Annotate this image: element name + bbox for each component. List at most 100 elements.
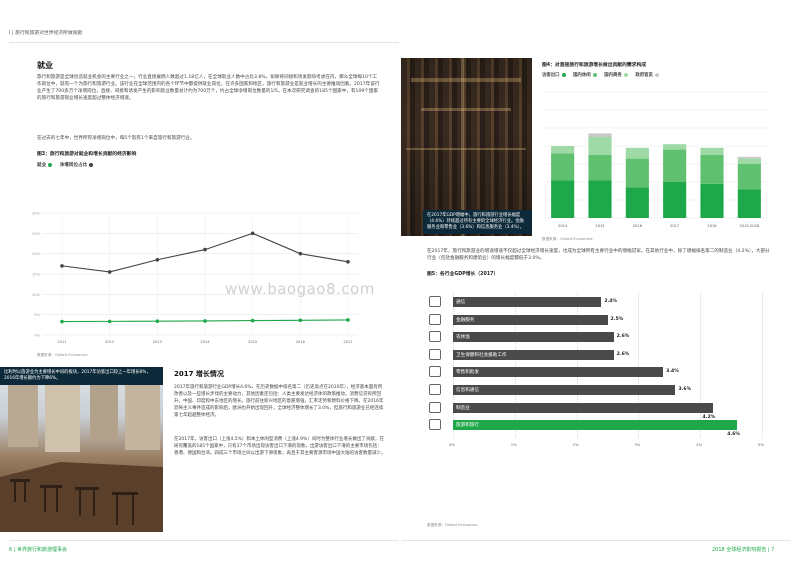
figure4-source: 数据来源：Oxford Economics <box>542 237 593 241</box>
x-tick-label: 2014 <box>200 340 210 344</box>
hbar <box>453 349 614 360</box>
sector-icon <box>429 348 441 360</box>
hbar <box>453 314 608 325</box>
figure3-source: 数据来源：Oxford Economics <box>37 353 88 357</box>
employment-heading: 就业 <box>37 61 53 70</box>
legend-label-domestic-business: 国内商务 <box>604 73 622 78</box>
x-tick-label: 2017 <box>343 340 352 344</box>
watermark: www.baogao8.com <box>225 280 375 298</box>
data-point <box>155 257 160 262</box>
bar-segment <box>663 182 687 218</box>
data-point <box>346 260 350 264</box>
photo-bottom-caption: 比利时以旅游业为主要增长中间的板块，2017年访客出口较上一年增长8%，2016… <box>0 367 163 385</box>
hbar-category-label: 旅游和旅行 <box>456 423 479 429</box>
data-point <box>60 319 64 324</box>
data-point <box>60 264 64 268</box>
y-tick-label: 25% <box>32 232 41 236</box>
hbar-value-label: 2.5% <box>610 316 624 322</box>
bar-segment <box>588 180 612 218</box>
bar-segment <box>700 155 724 184</box>
bar-segment <box>551 146 575 154</box>
sector-icon <box>429 401 441 413</box>
x-tick-label: 2014 <box>558 224 568 228</box>
data-point <box>155 319 160 323</box>
data-point <box>107 319 112 324</box>
x-tick-label: 1% <box>510 441 517 447</box>
bar-segment <box>588 133 612 137</box>
x-tick-label: 2012 <box>105 340 114 344</box>
x-tick-label: 2015 <box>248 340 257 344</box>
sector-icon <box>429 331 441 343</box>
legend-dot-visitor-exports <box>561 72 566 77</box>
y-tick-label: 5% <box>34 313 40 317</box>
bar-segment <box>625 158 649 188</box>
y-tick-label: 20% <box>32 252 41 256</box>
legend-label-domestic-leisure: 国内休闲 <box>573 73 591 78</box>
bar-segment <box>625 187 649 218</box>
sector-icon <box>429 366 441 378</box>
sector-icon <box>429 384 441 395</box>
legend-label-employment: 就业 <box>37 163 47 168</box>
legend-dot-domestic-business <box>623 72 628 77</box>
middle-paragraph: 在2017年，旅行和旅游业的增速增速不仅超过全球经济增长速度，也成为全球所有主要… <box>427 249 770 261</box>
bar-segment <box>737 164 761 190</box>
x-tick-label: 2016 <box>633 224 643 228</box>
hbar-category-label: 卫生保健和社会援助工作 <box>456 352 507 358</box>
x-tick-label: 2% <box>572 441 579 447</box>
hbar-category-label: 金融服务 <box>456 317 475 323</box>
sector-icon <box>429 419 441 431</box>
x-gridline <box>700 293 702 438</box>
figure3-legend: 就业 净增岗位占比 <box>37 162 94 169</box>
hbar-value-label: 3.6% <box>678 387 692 392</box>
legend-dot-net-jobs <box>89 162 94 167</box>
x-gridline <box>638 293 640 438</box>
x-tick-label: 2016 <box>296 340 306 344</box>
legend-dot-employment <box>48 162 53 167</box>
hbar <box>453 402 713 413</box>
hbar-value-label: 3.4% <box>666 369 679 375</box>
data-point <box>203 247 207 252</box>
hbar <box>453 367 664 378</box>
cafe-terrace-photo <box>0 367 163 532</box>
hbar-category-label: 零售和批发 <box>456 370 479 376</box>
figure4-legend: 访客出口 国内休闲 国内商务 政府官员 <box>542 72 659 79</box>
bar-segment <box>737 189 761 218</box>
bar-segment <box>663 149 687 182</box>
photo-top-caption: 在2017年GDP增幅中，旅行和旅游行业增长幅度（4.6%）持续超过所有主要的全… <box>423 210 532 234</box>
x-gridline <box>762 293 763 438</box>
x-tick-label: 4% <box>696 441 703 447</box>
x-tick-label: 0% <box>449 441 456 447</box>
bar-segment <box>700 183 724 218</box>
figure4-title: 图4：对直接旅行和旅游增长做出贡献的需求构成 <box>542 63 647 68</box>
hbar-category-label: 农林渔 <box>456 335 470 341</box>
data-point <box>107 270 112 274</box>
legend-label-government: 政府官员 <box>635 73 653 78</box>
legend-label-visitor-exports: 访客出口 <box>542 73 560 78</box>
sector-icon <box>429 296 441 307</box>
x-tick-label: 3% <box>634 441 641 447</box>
employment-paragraph-2: 在过去的七年中，世界所有净增岗位中，每5个就有1个来自旅行和旅游行业。 <box>37 136 195 141</box>
x-tick-label: 5% <box>758 441 765 447</box>
y-tick-label: 0% <box>34 334 40 338</box>
x-tick-label: 2018 <box>707 224 717 228</box>
bar-segment <box>625 147 649 159</box>
x-tick-label: 2015 <box>595 224 604 228</box>
data-point <box>250 231 255 236</box>
bar-segment <box>737 156 761 159</box>
section-header: I | 旅行和旅游对世界经济所做贡献 <box>9 31 83 36</box>
hbar-value-label: 2.4% <box>604 299 618 304</box>
data-point <box>346 318 350 322</box>
sector-icon <box>429 313 441 325</box>
bar-segment <box>700 147 724 155</box>
hbar-value-label: 2.6% <box>616 334 630 340</box>
footer-left: 6 | 世界旅行和旅游理事会 <box>9 547 68 553</box>
bar-segment <box>551 153 575 181</box>
hbar <box>453 332 614 343</box>
data-point <box>298 318 303 323</box>
hbar-category-label: 通信 <box>456 300 466 305</box>
employment-paragraph-1: 旅行和旅游是全球创造就业机会的主要行业之一，行业直接雇佣人数超过1.18亿人，在… <box>37 75 380 101</box>
legend-label-net-jobs: 净增岗位占比 <box>59 163 88 168</box>
y-tick-label: 10% <box>32 293 41 297</box>
hbar-value-label: 4.6% <box>727 432 741 438</box>
hbar-value-label: 2.6% <box>616 351 630 357</box>
